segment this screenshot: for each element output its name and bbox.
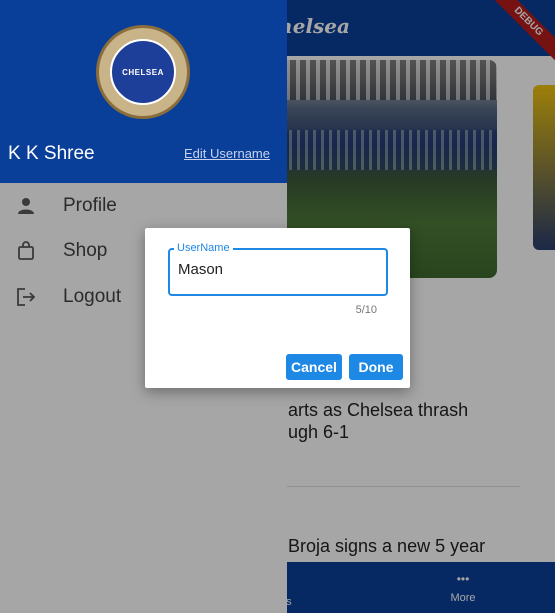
cancel-button[interactable]: Cancel bbox=[286, 354, 342, 380]
drawer-item-label: Logout bbox=[63, 286, 122, 307]
club-logo-crest: CHELSEA bbox=[110, 39, 176, 105]
username-field-label: UserName bbox=[174, 242, 233, 254]
done-button[interactable]: Done bbox=[349, 354, 403, 380]
character-counter: 5/10 bbox=[355, 304, 377, 316]
drawer-item-label: Profile bbox=[63, 195, 117, 216]
club-logo-text: CHELSEA bbox=[122, 67, 164, 77]
logout-icon bbox=[16, 287, 36, 307]
username-input[interactable] bbox=[178, 261, 368, 278]
drawer-header: CHELSEA K K Shree Edit Username bbox=[0, 0, 287, 183]
edit-username-dialog: UserName 5/10 Cancel Done bbox=[145, 228, 410, 388]
drawer-item-label: Shop bbox=[63, 240, 108, 261]
edit-username-link[interactable]: Edit Username bbox=[184, 146, 270, 161]
shopping-bag-icon bbox=[16, 241, 36, 261]
club-logo: CHELSEA bbox=[96, 25, 190, 119]
username-label: K K Shree bbox=[8, 143, 95, 164]
drawer-item-profile[interactable]: Profile bbox=[0, 188, 287, 228]
person-icon bbox=[16, 196, 36, 216]
